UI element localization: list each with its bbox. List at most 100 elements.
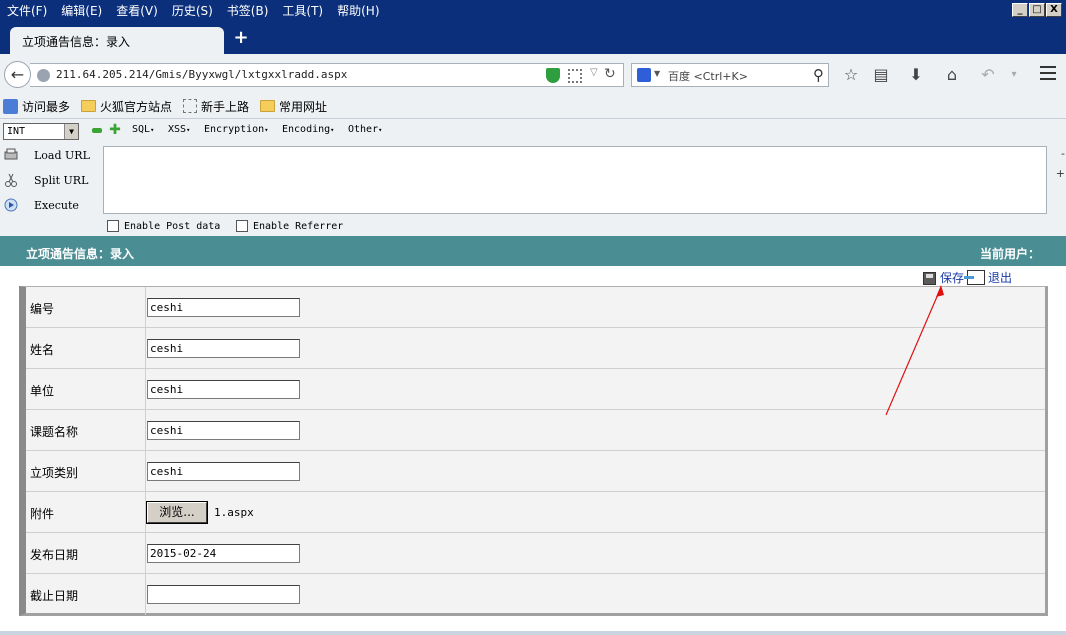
field-label: 姓名 — [30, 343, 55, 357]
hackbar-menu-sql[interactable]: SQL▾ — [132, 124, 154, 135]
url-bar[interactable]: 211.64.205.214/Gmis/Byyxwgl/lxtgxxlradd.… — [30, 63, 624, 87]
entry-form: 编号 ceshi 姓名 ceshi 单位 ceshi 课题名称 ceshi 立项… — [19, 286, 1048, 616]
floppy-disk-icon[interactable] — [923, 272, 936, 285]
new-tab-button[interactable]: + — [232, 28, 250, 48]
hackbar-type-value: INT — [7, 126, 26, 137]
increase-icon[interactable]: ✚ — [108, 123, 122, 137]
field-label: 课题名称 — [30, 425, 79, 439]
column-divider — [145, 451, 146, 491]
tab-active[interactable]: 立项通告信息：录入 — [10, 27, 224, 54]
reading-list-icon[interactable]: ▤ — [871, 65, 891, 85]
hackbar-menu-xss[interactable]: XSS▾ — [168, 124, 190, 135]
home-icon[interactable]: ⌂ — [942, 65, 962, 85]
load-url-button[interactable]: Load URL — [0, 146, 100, 166]
reload-icon[interactable]: ↻ — [604, 66, 616, 82]
menu-help[interactable]: 帮助(H) — [330, 0, 386, 22]
form-row-deadline: 截止日期 — [26, 574, 1045, 615]
unit-input[interactable]: ceshi — [147, 380, 300, 399]
bookmark-firefox-official[interactable]: 火狐官方站点 — [81, 98, 172, 115]
form-row-unit: 单位 ceshi — [26, 369, 1045, 410]
checkbox-box[interactable] — [236, 220, 248, 232]
back-button[interactable]: ← — [4, 61, 31, 88]
hackbar-menu-encryption[interactable]: Encryption▾ — [204, 124, 268, 135]
execute-label: Execute — [34, 199, 79, 212]
category-input[interactable]: ceshi — [147, 462, 300, 481]
exit-link[interactable]: 退出 — [988, 269, 1012, 286]
bookmarks-bar: 访问最多 火狐官方站点 新手上路 常用网址 — [0, 94, 1066, 118]
menu-history[interactable]: 历史(S) — [165, 0, 220, 22]
column-divider — [145, 328, 146, 368]
download-icon[interactable]: ⬇ — [906, 65, 926, 85]
current-user-label: 当前用户： — [979, 247, 1040, 261]
search-bar[interactable]: ▼ 百度 <Ctrl+K> ⚲ — [631, 63, 829, 87]
undo-dropdown-icon[interactable]: ▾ — [1004, 65, 1024, 85]
field-label: 附件 — [30, 507, 55, 521]
deadline-input[interactable] — [147, 585, 300, 604]
number-input[interactable]: ceshi — [147, 298, 300, 317]
bookmark-common-sites[interactable]: 常用网址 — [260, 98, 327, 115]
topic-name-input[interactable]: ceshi — [147, 421, 300, 440]
column-divider — [145, 287, 146, 327]
hamburger-menu-icon[interactable] — [1040, 66, 1056, 80]
menu-tools[interactable]: 工具(T) — [275, 0, 330, 22]
tab-strip: 立项通告信息：录入 + — [0, 22, 1066, 54]
column-divider — [145, 410, 146, 450]
decrease-icon[interactable] — [92, 128, 102, 133]
menu-edit[interactable]: 编辑(E) — [54, 0, 109, 22]
form-row-name: 姓名 ceshi — [26, 328, 1045, 369]
folder-icon — [260, 100, 276, 112]
select-arrow-icon[interactable]: ▼ — [64, 124, 78, 139]
enable-referrer-checkbox[interactable]: Enable Referrer — [236, 220, 343, 232]
menu-view[interactable]: 查看(V) — [109, 0, 165, 22]
split-url-button[interactable]: Split URL — [0, 171, 100, 191]
play-icon — [4, 198, 18, 212]
search-engine-caret-icon[interactable]: ▼ — [654, 69, 660, 78]
status-bar — [0, 631, 1066, 635]
expand-textarea-button[interactable]: + — [1056, 167, 1065, 180]
minimize-button[interactable]: _ — [1012, 3, 1028, 17]
browse-button[interactable]: 浏览... — [146, 501, 208, 524]
hackbar-menu-other[interactable]: Other▾ — [348, 124, 382, 135]
caret-icon: ▾ — [150, 126, 155, 134]
bookmark-getting-started[interactable]: 新手上路 — [183, 98, 249, 115]
qr-code-icon[interactable] — [568, 69, 582, 83]
enable-post-data-label: Enable Post data — [124, 220, 221, 232]
hackbar-url-textarea[interactable] — [103, 146, 1047, 214]
url-text[interactable]: 211.64.205.214/Gmis/Byyxwgl/lxtgxxlradd.… — [56, 68, 347, 81]
checkbox-box[interactable] — [107, 220, 119, 232]
bookmark-star-icon[interactable]: ☆ — [841, 65, 861, 85]
page-body: 保存 退出 编号 ceshi 姓名 ceshi 单位 ceshi 课题名称 ce… — [0, 266, 1066, 635]
field-label: 编号 — [30, 302, 55, 316]
bookmark-most-visited[interactable]: 访问最多 — [3, 98, 70, 115]
save-link[interactable]: 保存 — [940, 269, 964, 286]
most-visited-icon — [3, 98, 18, 114]
caret-icon: ▾ — [264, 126, 269, 134]
navigation-bar: 211.64.205.214/Gmis/Byyxwgl/lxtgxxlradd.… — [0, 54, 1066, 94]
caret-icon: ▾ — [330, 126, 335, 134]
menu-bar: 文件(F) 编辑(E) 查看(V) 历史(S) 书签(B) 工具(T) 帮助(H… — [0, 0, 1066, 22]
maximize-button[interactable]: □ — [1029, 3, 1045, 17]
enable-post-data-checkbox[interactable]: Enable Post data — [107, 220, 220, 232]
name-input[interactable]: ceshi — [147, 339, 300, 358]
tab-label: 立项通告信息：录入 — [22, 35, 131, 49]
close-button[interactable]: X — [1046, 3, 1062, 17]
bookmark-label: 火狐官方站点 — [100, 99, 173, 114]
baidu-icon[interactable] — [637, 68, 651, 82]
page-icon — [183, 99, 198, 113]
hackbar-type-select[interactable]: INT ▼ — [3, 123, 79, 140]
field-label: 发布日期 — [30, 548, 79, 562]
publish-date-input[interactable]: 2015-02-24 — [147, 544, 300, 563]
exit-door-icon[interactable] — [964, 270, 985, 285]
url-dropdown-icon[interactable]: ▽ — [590, 67, 598, 78]
menu-file[interactable]: 文件(F) — [0, 0, 54, 22]
hackbar-menu-encoding[interactable]: Encoding▾ — [282, 124, 334, 135]
menu-bookmarks[interactable]: 书签(B) — [220, 0, 276, 22]
magnifier-icon[interactable]: ⚲ — [813, 66, 824, 84]
form-row-number: 编号 ceshi — [26, 287, 1045, 328]
execute-button[interactable]: Execute — [0, 196, 100, 216]
shrink-textarea-button[interactable]: - — [1061, 147, 1065, 160]
shield-icon[interactable] — [546, 68, 560, 83]
undo-icon[interactable]: ↶ — [978, 65, 998, 85]
page-header: 立项通告信息：录入 当前用户： — [0, 236, 1066, 266]
split-url-label: Split URL — [34, 174, 89, 187]
